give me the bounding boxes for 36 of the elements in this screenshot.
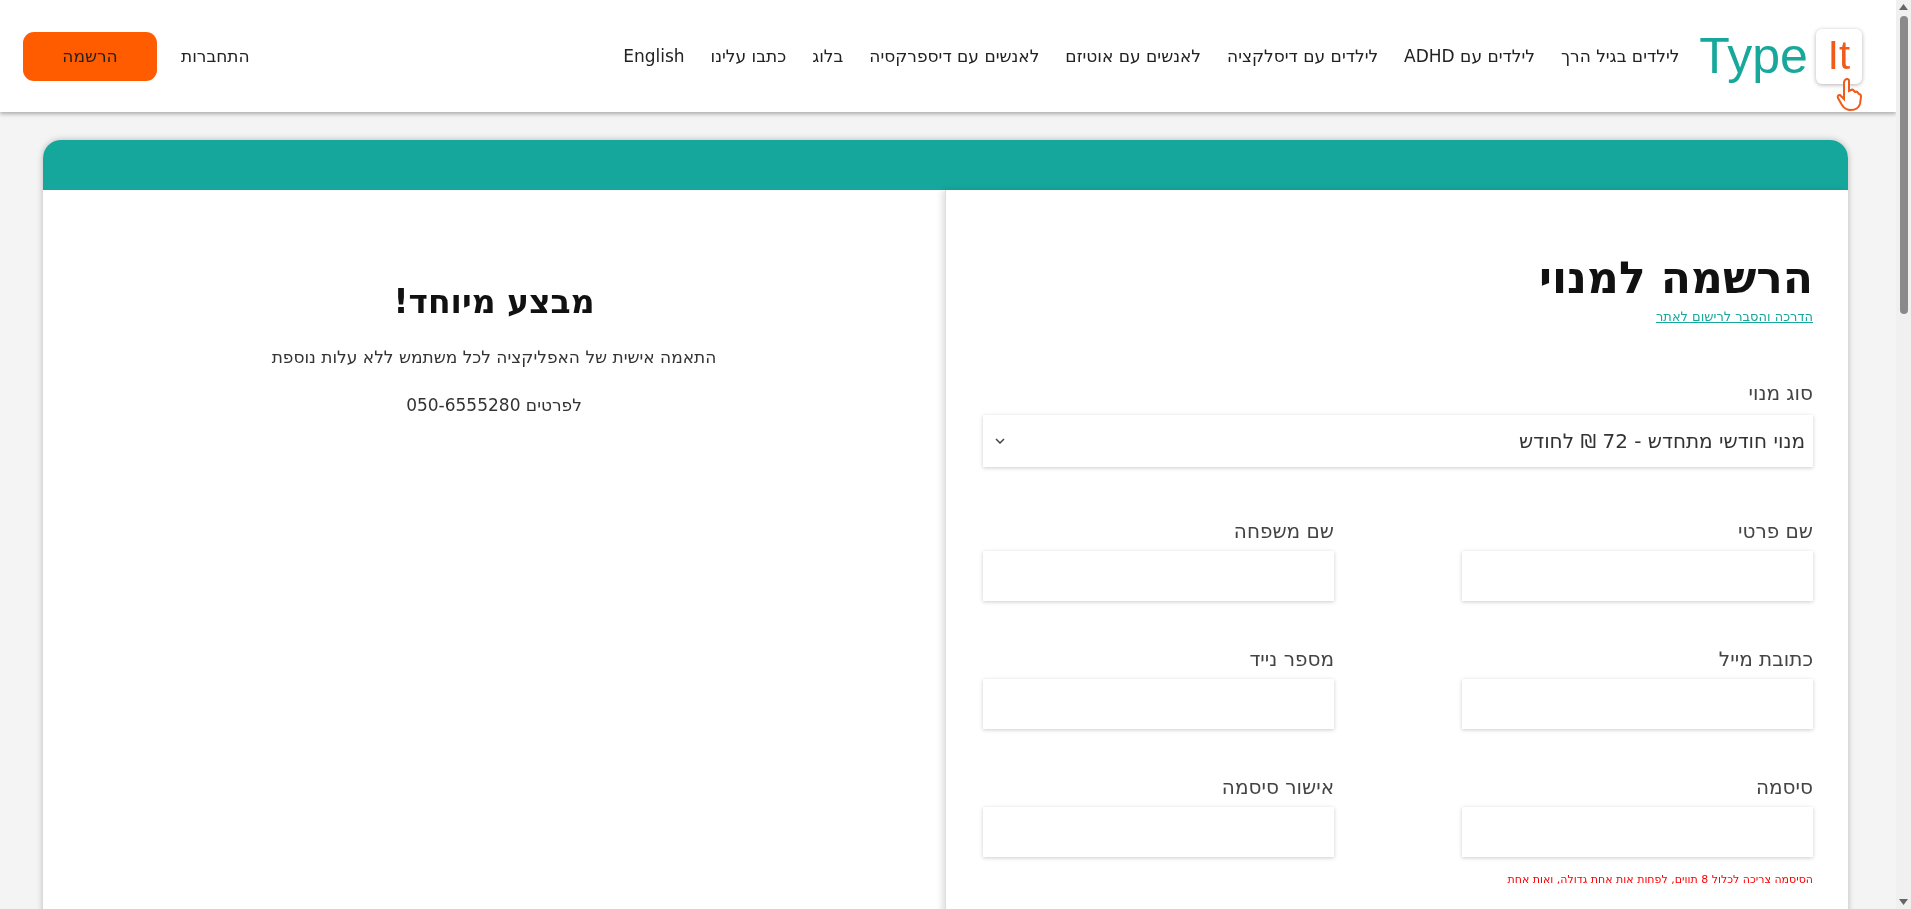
nav-link[interactable]: לילדים עם דיסלקציה [1227,46,1379,66]
form-title: הרשמה למנוי [1538,252,1813,305]
field-label: מספר נייד [1248,646,1334,671]
plan-select[interactable]: מנוי חודשי מתחדש - 72 ₪ לחודש [983,414,1813,467]
input-field[interactable] [1462,806,1813,857]
field-label: סוג מנוי [1747,380,1813,405]
nav-link[interactable]: בלוג [812,46,844,66]
offer-text: התאמה אישית של האפליקציה לכל משתמש ללא עלות נוספת [270,347,718,367]
input-field[interactable] [1462,550,1813,601]
field-label: סיסמה [1754,774,1813,799]
field-label: שם פרטי [1736,518,1813,543]
input-field[interactable] [983,806,1334,857]
contact-text: לפרטים 050-6555280 [405,395,583,415]
nav-link[interactable]: לילדים בגיל הרך [1560,46,1680,66]
password-hint: הסיסמה צריכה לכלול 8 תווים, לפחות אות אחת גדולה, ואות אחת [1506,872,1813,886]
nav-link[interactable]: לאנשים עם אוטיזם [1065,46,1202,66]
chevron-down-icon [995,437,1005,444]
login-link[interactable]: התחברות [181,46,250,66]
input-field[interactable] [983,678,1334,729]
logo-badge: It [1815,28,1862,84]
scrollbar-thumb[interactable] [1899,16,1908,314]
signup-button[interactable]: הרשמה [23,31,157,81]
nav-link[interactable]: לאנשים עם דיספרקסיה [869,46,1040,66]
nav-link[interactable]: כתבו עלינו [710,46,787,66]
nav-link[interactable]: לילדים עם ADHD [1404,46,1535,66]
input-field[interactable] [1462,678,1813,729]
input-field[interactable] [983,550,1334,601]
nav-link[interactable]: English [623,46,685,66]
logo-text: Type [1699,27,1808,85]
scroll-up-icon[interactable] [1899,4,1908,10]
field-label: אישור סיסמה [1220,774,1334,799]
field-label: כתובת מייל [1717,646,1813,671]
scroll-down-icon[interactable] [1899,899,1908,905]
offer-title: מבצע מיוחד! [392,282,596,321]
scrollbar[interactable] [1896,0,1911,909]
field-label: שם משפחה [1232,518,1334,543]
